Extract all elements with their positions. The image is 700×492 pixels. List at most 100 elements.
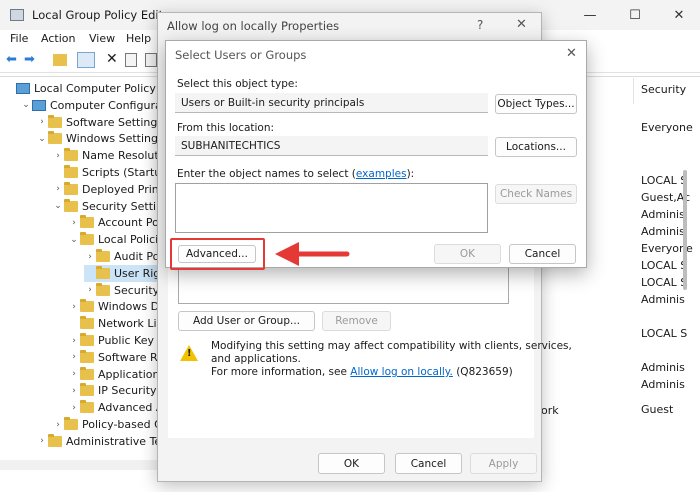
tree-item[interactable]: › IP Security P [68, 382, 160, 399]
delete-icon[interactable]: ✕ [106, 51, 118, 67]
tree-item[interactable]: › Administrative Temp [36, 433, 160, 450]
tree-item[interactable]: › Application C [68, 366, 160, 383]
select-ok-button[interactable]: OK [434, 244, 501, 264]
chevron-right-icon[interactable]: › [68, 352, 80, 362]
security-cell[interactable]: Adminis [641, 378, 685, 391]
security-cell[interactable]: Adminis [641, 361, 685, 374]
tree-item[interactable]: › Advanced A [68, 399, 160, 416]
properties-icon[interactable] [125, 53, 137, 67]
chevron-down-icon[interactable]: ⌄ [52, 201, 64, 211]
tree-item-label: Windows Settings [66, 132, 160, 146]
object-types-button[interactable]: Object Types... [495, 94, 577, 114]
tree-item-label: Security [114, 283, 160, 297]
export-list-icon[interactable] [145, 53, 157, 67]
folder-icon [64, 417, 78, 430]
security-cell[interactable]: Adminis [641, 225, 685, 238]
select-users-dialog: Select Users or Groups ✕ Select this obj… [165, 40, 587, 268]
tree-item[interactable]: ⌄ Windows Settings [36, 130, 160, 147]
tree-item-label: Computer Configuration [50, 98, 160, 112]
security-cell[interactable]: LOCAL S [641, 259, 687, 272]
remove-button[interactable]: Remove [322, 311, 391, 331]
chevron-right-icon[interactable]: › [68, 218, 80, 228]
tree-item-label: Security Settings [82, 199, 160, 213]
security-cell[interactable]: Everyone [641, 121, 693, 134]
properties-help-icon[interactable]: ? [477, 18, 483, 32]
menu-file[interactable]: File [10, 32, 28, 45]
check-names-button[interactable]: Check Names [495, 184, 577, 204]
right-scrollbar[interactable] [683, 170, 687, 290]
main-close-icon[interactable]: ✕ [656, 0, 700, 30]
security-cell[interactable]: LOCAL S [641, 327, 687, 340]
tree-item[interactable]: › Software Settings [36, 114, 160, 131]
security-cell[interactable]: LOCAL S [641, 174, 687, 187]
select-cancel-button[interactable]: Cancel [509, 244, 576, 264]
tree-item[interactable]: › Public Key Po [68, 332, 160, 349]
chevron-right-icon[interactable]: › [52, 151, 64, 161]
security-cell[interactable]: Guest [641, 403, 673, 416]
tree-item-label: Windows De [98, 300, 160, 314]
security-cell[interactable]: Adminis [641, 293, 685, 306]
security-cell[interactable]: LOCAL S [641, 276, 687, 289]
tree-item[interactable]: User Righ [84, 264, 160, 282]
chevron-right-icon[interactable]: › [68, 386, 80, 396]
tree-item-label: Scripts (Startup/ [82, 166, 160, 179]
tree-item[interactable]: Network List [68, 315, 160, 332]
forward-arrow-icon[interactable]: ➡ [24, 52, 35, 67]
tree-item[interactable]: ⌄ Computer Configuration [20, 97, 160, 114]
examples-link[interactable]: examples [356, 168, 407, 180]
select-close-icon[interactable]: ✕ [566, 46, 577, 61]
properties-apply-button[interactable]: Apply [470, 453, 537, 474]
chevron-right-icon[interactable]: › [84, 252, 96, 262]
folder-up-icon[interactable] [53, 54, 67, 66]
object-names-label: Enter the object names to select (exampl… [177, 168, 414, 180]
folder-icon [80, 333, 94, 346]
chevron-right-icon[interactable]: › [52, 420, 64, 430]
back-arrow-icon[interactable]: ⬅ [6, 52, 17, 67]
tree-item[interactable]: ⌄ Security Settings [52, 198, 160, 215]
tree-item[interactable]: › Account Polic [68, 214, 160, 231]
security-cell[interactable]: Adminis [641, 208, 685, 221]
tree-item[interactable]: › Security [84, 282, 159, 299]
show-hide-tree-icon[interactable] [77, 52, 95, 68]
tree-item[interactable]: › Software Res [68, 349, 160, 366]
navigation-tree: Local Computer Policy ⌄ Computer Configura… [0, 78, 160, 458]
advanced-highlight-box [170, 238, 265, 270]
chevron-right-icon[interactable]: › [84, 285, 96, 295]
allow-log-on-locally-link[interactable]: Allow log on locally. [350, 366, 453, 378]
chevron-down-icon[interactable]: ⌄ [68, 235, 80, 245]
folder-icon [48, 114, 62, 128]
tree-item[interactable]: ⌄ Local Policie [68, 231, 160, 248]
properties-dialog-title: Allow log on locally Properties [167, 19, 340, 33]
add-user-or-group-button[interactable]: Add User or Group... [178, 311, 315, 331]
chevron-right-icon[interactable]: › [36, 436, 48, 446]
menu-view[interactable]: View [89, 32, 115, 45]
main-maximize-icon[interactable]: ☐ [612, 0, 658, 30]
menu-action[interactable]: Action [41, 32, 75, 45]
chevron-right-icon[interactable]: › [68, 369, 80, 379]
tree-item[interactable]: › Name Resolution [52, 147, 160, 164]
chevron-right-icon[interactable]: › [36, 117, 48, 127]
menu-help[interactable]: Help [126, 32, 151, 45]
chevron-right-icon[interactable]: › [68, 302, 80, 312]
properties-ok-button[interactable]: OK [318, 453, 385, 474]
column-header-security[interactable]: Security [641, 83, 686, 96]
tree-item[interactable]: › Deployed Printer [52, 181, 160, 198]
chevron-right-icon[interactable]: › [52, 184, 64, 194]
chevron-right-icon[interactable]: › [68, 403, 80, 413]
object-names-input[interactable] [175, 183, 488, 233]
locations-button[interactable]: Locations... [495, 137, 577, 157]
tree-item[interactable]: Local Computer Policy [4, 80, 156, 97]
chevron-down-icon[interactable]: ⌄ [36, 134, 48, 144]
tree-item[interactable]: Scripts (Startup/ [52, 164, 160, 181]
chevron-down-icon[interactable]: ⌄ [20, 100, 32, 110]
tree-item-label: Software Res [98, 350, 160, 364]
properties-close-icon[interactable]: ✕ [516, 17, 527, 32]
chevron-right-icon[interactable]: › [68, 336, 80, 346]
properties-cancel-button[interactable]: Cancel [395, 453, 462, 474]
tree-scrollbar-horizontal[interactable] [0, 460, 160, 470]
tree-item[interactable]: › Windows De [68, 298, 160, 315]
tree-item[interactable]: › Audit Pol [84, 248, 160, 265]
computer-icon [16, 83, 30, 94]
tree-item[interactable]: › Policy-based Qo [52, 416, 160, 433]
main-minimize-icon[interactable]: — [567, 0, 613, 30]
